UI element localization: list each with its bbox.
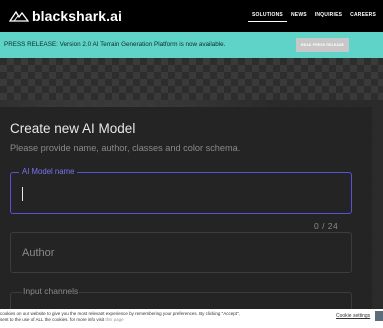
nav-item-inquiries[interactable]: INQUIRIES bbox=[311, 12, 346, 22]
cookie-accept-button[interactable] bbox=[375, 311, 383, 321]
create-model-form: Create new AI Model Please provide name,… bbox=[0, 107, 372, 328]
cookie-message: cookies on our website to give you the m… bbox=[0, 311, 240, 323]
shark-logo-icon bbox=[9, 10, 29, 22]
model-name-label: AI Model name bbox=[19, 167, 78, 176]
cookie-settings-link[interactable]: Cookie settings bbox=[336, 313, 370, 319]
logo[interactable]: blackshark.ai bbox=[9, 8, 122, 24]
top-navigation: blackshark.ai SOLUTIONS NEWS INQUIRIES C… bbox=[0, 0, 383, 32]
read-press-release-button[interactable]: READ PRESS RELEASE bbox=[296, 38, 349, 52]
nav-item-news[interactable]: NEWS bbox=[287, 12, 311, 22]
cookie-message-line-2: sent to the use of ALL the cookies. for … bbox=[0, 317, 124, 322]
press-release-banner: PRESS RELEASE: Version 2.0 AI Terrain Ge… bbox=[0, 32, 383, 58]
model-name-field[interactable]: AI Model name bbox=[10, 167, 352, 214]
form-subtitle: Please provide name, author, classes and… bbox=[10, 143, 241, 153]
author-placeholder: Author bbox=[22, 247, 55, 259]
input-channels-label: Input channels bbox=[22, 286, 80, 296]
character-counter: 0 / 24 bbox=[314, 221, 339, 231]
nav-item-careers[interactable]: CAREERS bbox=[346, 12, 380, 22]
cookie-info-link[interactable]: this page bbox=[105, 317, 123, 322]
main-menu: SOLUTIONS NEWS INQUIRIES CAREERS bbox=[248, 12, 380, 22]
author-field[interactable]: Author bbox=[10, 232, 352, 273]
form-title: Create new AI Model bbox=[10, 121, 136, 136]
nav-item-solutions[interactable]: SOLUTIONS bbox=[248, 12, 287, 22]
banner-text: PRESS RELEASE: Version 2.0 AI Terrain Ge… bbox=[4, 41, 226, 48]
logo-text: blackshark.ai bbox=[32, 8, 123, 24]
text-cursor bbox=[22, 187, 23, 201]
cookie-consent-bar: cookies on our website to give you the m… bbox=[0, 309, 383, 328]
